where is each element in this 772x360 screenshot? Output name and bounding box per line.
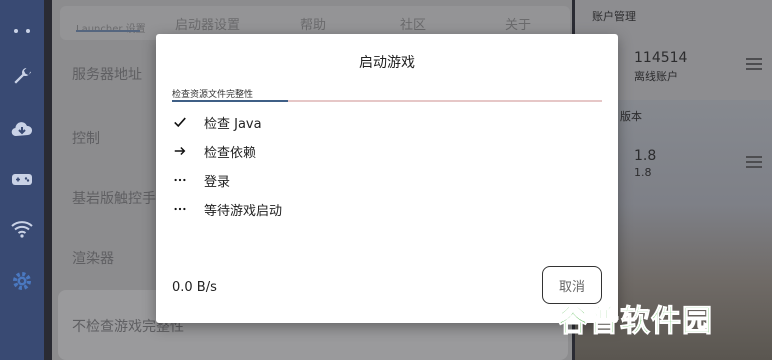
tab-launcher-settings[interactable]: 启动器设置 (175, 14, 240, 33)
watermark-text: 谷普软件园 (558, 304, 713, 340)
progress-bar (172, 100, 602, 102)
download-speed: 0.0 B/s (172, 280, 217, 295)
progress-fill (172, 100, 289, 102)
watermark-logo: 谷普软件园 (558, 296, 754, 340)
arrow-right-icon (172, 143, 188, 159)
account-type: 离线账户 (634, 70, 678, 83)
more-dots-icon[interactable] (9, 18, 35, 44)
wrench-icon[interactable] (9, 64, 35, 90)
setting-renderer[interactable]: 渲染器 (72, 248, 114, 268)
gamepad-icon[interactable] (9, 166, 35, 192)
step-check-java: 检查 Java (172, 112, 262, 132)
step-label: 检查依赖 (204, 145, 257, 161)
version-menu-icon[interactable] (746, 156, 762, 168)
step-wait-launch: 等待游戏启动 (172, 199, 282, 219)
ellipsis-icon (172, 201, 188, 217)
step-check-dependencies: 检查依赖 (172, 141, 256, 161)
step-label: 检查 Java (204, 116, 262, 132)
version-detail: 1.8 (634, 166, 652, 179)
setting-bedrock-touch[interactable]: 基岩版触控手 (72, 188, 156, 208)
cloud-download-icon[interactable] (9, 116, 35, 142)
version-name: 1.8 (634, 148, 657, 164)
account-name: 114514 (634, 50, 688, 66)
tab-about[interactable]: 关于 (505, 14, 531, 33)
side-rail (0, 0, 44, 360)
setting-controls[interactable]: 控制 (72, 128, 100, 148)
tab-help[interactable]: 帮助 (300, 14, 326, 33)
check-icon (172, 114, 188, 130)
tab-launcher[interactable]: Launcher 设置 (76, 20, 146, 35)
current-task-label: 检查资源文件完整性 (172, 90, 254, 100)
step-label: 登录 (204, 174, 231, 190)
step-label: 等待游戏启动 (204, 203, 283, 219)
gear-icon[interactable] (9, 268, 35, 294)
launch-dialog: 启动游戏 检查资源文件完整性 检查 Java 检查依赖 登录 等待游戏启动 0.… (156, 34, 618, 323)
tab-indicator (76, 30, 140, 32)
versions-header: 版本 (620, 110, 642, 123)
dialog-title: 启动游戏 (359, 55, 415, 71)
tab-community[interactable]: 社区 (400, 14, 426, 33)
wifi-icon[interactable] (9, 216, 35, 242)
setting-server-address[interactable]: 服务器地址 (72, 64, 142, 84)
step-login: 登录 (172, 170, 230, 190)
ellipsis-icon (172, 172, 188, 188)
account-menu-icon[interactable] (746, 58, 762, 70)
account-header: 账户管理 (592, 10, 636, 23)
